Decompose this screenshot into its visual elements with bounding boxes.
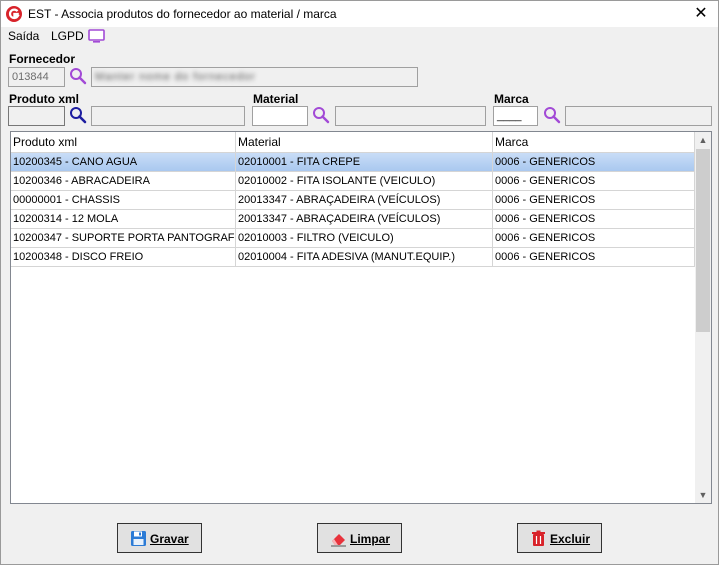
cell-material: 20013347 - ABRAÇADEIRA (VEÍCULOS) (236, 210, 493, 229)
material-search-icon[interactable] (312, 106, 330, 124)
marca-desc-field (565, 106, 712, 126)
produto-search-icon[interactable] (69, 106, 87, 124)
cell-marca: 0006 - GENERICOS (493, 153, 695, 172)
fornecedor-name-value: Manter nome do fornecedor (95, 71, 256, 83)
cell-material: 02010001 - FITA CREPE (236, 153, 493, 172)
trash-icon (532, 530, 545, 546)
cell-produto: 10200348 - DISCO FREIO (11, 248, 236, 267)
cell-marca: 0006 - GENERICOS (493, 210, 695, 229)
material-desc-field (335, 106, 486, 126)
cell-material: 02010004 - FITA ADESIVA (MANUT.EQUIP.) (236, 248, 493, 267)
marca-search-icon[interactable] (543, 106, 561, 124)
limpar-label: Limpar (350, 532, 391, 546)
column-header-material[interactable]: Material (236, 132, 493, 153)
cell-material: 20013347 - ABRAÇADEIRA (VEÍCULOS) (236, 191, 493, 210)
vertical-scrollbar[interactable]: ▲ ▼ (695, 132, 711, 503)
cell-produto: 10200347 - SUPORTE PORTA PANTOGRAFI... (11, 229, 236, 248)
eraser-icon (331, 534, 346, 547)
produto-xml-code-field[interactable] (8, 106, 65, 126)
fornecedor-code-field[interactable]: 013844 (8, 67, 65, 87)
cell-produto: 10200345 - CANO AGUA (11, 153, 236, 172)
menu-bar: Saída LGPD (1, 27, 718, 47)
fornecedor-label: Fornecedor (9, 52, 76, 66)
excluir-label: Excluir (550, 532, 591, 546)
produto-xml-desc-field (91, 106, 245, 126)
cell-produto: 10200314 - 12 MOLA (11, 210, 236, 229)
marca-code-value: ____ (497, 110, 522, 122)
fornecedor-search-icon[interactable] (69, 67, 87, 85)
column-header-marca[interactable]: Marca (493, 132, 695, 153)
table-row[interactable]: 10200345 - CANO AGUA 02010001 - FITA CRE… (11, 153, 695, 172)
material-label: Material (253, 92, 299, 106)
cell-marca: 0006 - GENERICOS (493, 191, 695, 210)
close-button[interactable]: ✕ (686, 1, 716, 27)
produto-xml-label: Produto xml (9, 92, 80, 106)
table-row[interactable]: 00000001 - CHASSIS 20013347 - ABRAÇADEIR… (11, 191, 695, 210)
column-header-produto[interactable]: Produto xml (11, 132, 236, 153)
gravar-label: Gravar (150, 532, 189, 546)
excluir-button[interactable]: Excluir (517, 523, 602, 553)
grid-header: Produto xml Material Marca (11, 132, 695, 153)
table-row[interactable]: 10200314 - 12 MOLA 20013347 - ABRAÇADEIR… (11, 210, 695, 229)
fornecedor-name-field: Manter nome do fornecedor (91, 67, 418, 87)
table-row[interactable]: 10200347 - SUPORTE PORTA PANTOGRAFI... 0… (11, 229, 695, 248)
cell-produto: 10200346 - ABRACADEIRA (11, 172, 236, 191)
fornecedor-code-value: 013844 (12, 71, 49, 83)
material-code-field[interactable] (252, 106, 308, 126)
floppy-icon (131, 531, 146, 546)
limpar-button[interactable]: Limpar (317, 523, 402, 553)
scroll-down-arrow-icon[interactable]: ▼ (695, 487, 711, 503)
scroll-up-arrow-icon[interactable]: ▲ (695, 132, 711, 148)
cell-marca: 0006 - GENERICOS (493, 229, 695, 248)
cell-material: 02010003 - FILTRO (VEICULO) (236, 229, 493, 248)
menu-item-lgpd[interactable]: LGPD (51, 29, 84, 43)
title-bar: EST - Associa produtos do fornecedor ao … (1, 1, 718, 27)
cell-marca: 0006 - GENERICOS (493, 248, 695, 267)
cell-material: 02010002 - FITA ISOLANTE (VEICULO) (236, 172, 493, 191)
marca-label: Marca (494, 92, 529, 106)
scrollbar-thumb[interactable] (696, 149, 710, 332)
marca-code-field[interactable]: ____ (493, 106, 538, 126)
window-title: EST - Associa produtos do fornecedor ao … (28, 7, 337, 21)
gravar-button[interactable]: Gravar (117, 523, 202, 553)
association-grid[interactable]: Produto xml Material Marca 10200345 - CA… (10, 131, 712, 504)
main-window: EST - Associa produtos do fornecedor ao … (0, 0, 719, 565)
monitor-icon[interactable] (88, 29, 105, 43)
app-logo-icon (6, 6, 22, 22)
cell-marca: 0006 - GENERICOS (493, 172, 695, 191)
table-row[interactable]: 10200346 - ABRACADEIRA 02010002 - FITA I… (11, 172, 695, 191)
menu-item-saida[interactable]: Saída (8, 29, 39, 43)
cell-produto: 00000001 - CHASSIS (11, 191, 236, 210)
table-row[interactable]: 10200348 - DISCO FREIO 02010004 - FITA A… (11, 248, 695, 267)
